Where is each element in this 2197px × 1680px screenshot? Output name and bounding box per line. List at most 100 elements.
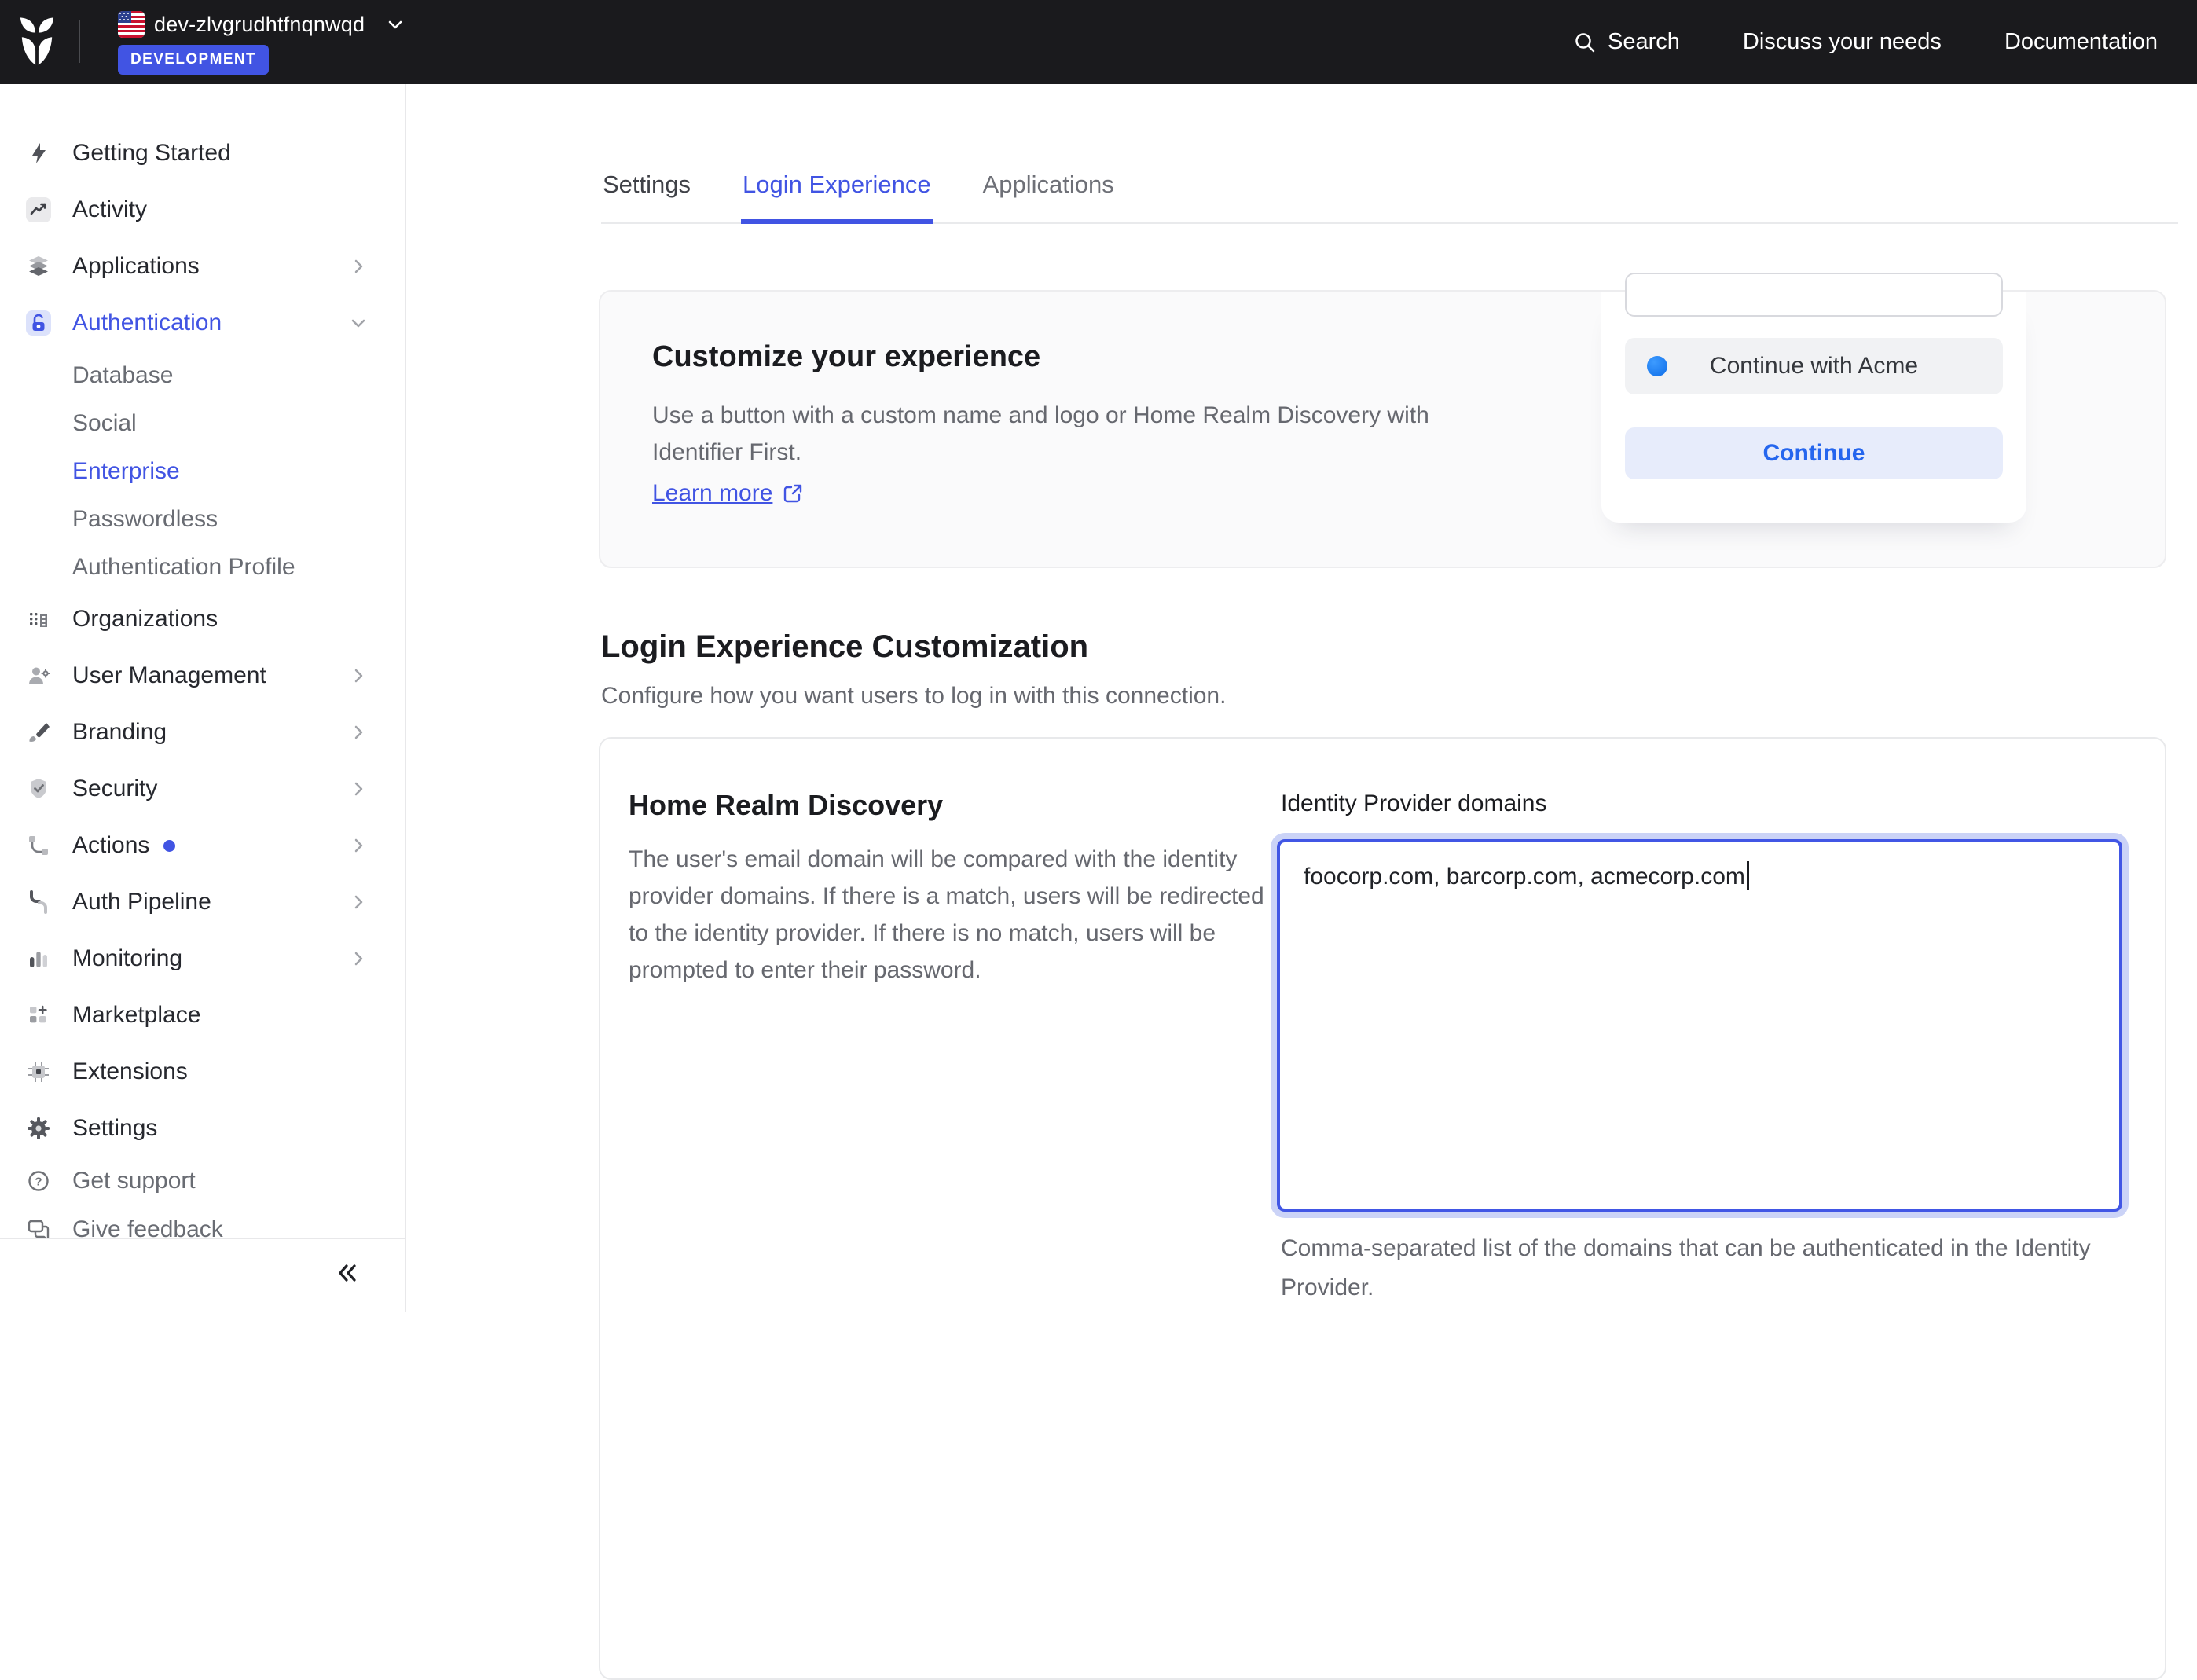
notification-dot — [163, 840, 175, 852]
sidebar-item-label: Database — [72, 362, 173, 389]
feedback-chat-icon — [26, 1217, 51, 1238]
sidebar-item-label: Give feedback — [72, 1216, 223, 1238]
sidebar-item-label: Activity — [72, 196, 147, 223]
tenant-name: dev-zlvgrudhtfnqnwqd — [154, 13, 365, 37]
chevron-right-icon — [350, 837, 367, 854]
sidebar-subitem-database[interactable]: Database — [0, 351, 405, 399]
acme-logo-icon — [1647, 356, 1667, 376]
sidebar-item-label: Authentication — [72, 310, 222, 336]
tab-applications[interactable]: Applications — [981, 156, 1116, 224]
chevron-right-icon — [350, 950, 367, 967]
continue-with-acme-button[interactable]: Continue with Acme — [1625, 338, 2003, 394]
sidebar-item-getting-started[interactable]: Getting Started — [0, 125, 405, 182]
continue-button-label: Continue — [1763, 440, 1865, 467]
continue-button[interactable]: Continue — [1625, 427, 2003, 479]
tab-login-experience[interactable]: Login Experience — [741, 156, 933, 224]
sidebar-item-label: Passwordless — [72, 506, 218, 533]
chevron-right-icon — [350, 893, 367, 911]
chevron-down-icon — [350, 314, 367, 332]
learn-more-link[interactable]: Learn more — [652, 480, 804, 507]
sidebar-subitem-passwordless[interactable]: Passwordless — [0, 495, 405, 543]
sidebar-item-settings[interactable]: Settings — [0, 1100, 405, 1157]
chevron-right-icon — [350, 667, 367, 684]
sidebar-subitem-enterprise[interactable]: Enterprise — [0, 447, 405, 495]
sidebar-item-label: User Management — [72, 662, 266, 689]
preview-email-input[interactable] — [1625, 273, 2003, 317]
layers-icon — [26, 254, 51, 279]
sidebar-item-label: Social — [72, 410, 137, 437]
actions-flow-icon — [26, 833, 51, 858]
learn-more-label: Learn more — [652, 480, 772, 507]
sidebar-item-extensions[interactable]: Extensions — [0, 1044, 405, 1100]
sidebar-item-label: Marketplace — [72, 1002, 200, 1029]
identity-provider-domains-input[interactable]: foocorp.com, barcorp.com, acmecorp.com — [1277, 839, 2122, 1212]
customize-experience-card: Customize your experience Use a button w… — [599, 290, 2166, 568]
chevron-right-icon — [350, 780, 367, 798]
home-realm-discovery-card: Home Realm Discovery The user's email do… — [599, 737, 2166, 1680]
sidebar-item-get-support[interactable]: ? Get support — [0, 1157, 405, 1205]
discuss-your-needs-link[interactable]: Discuss your needs — [1743, 29, 1942, 55]
gear-icon — [26, 1116, 51, 1141]
sidebar-item-user-management[interactable]: User Management — [0, 647, 405, 704]
lightning-icon — [26, 141, 51, 166]
discuss-label: Discuss your needs — [1743, 29, 1942, 55]
sidebar-item-label: Settings — [72, 1115, 157, 1142]
text-cursor — [1747, 861, 1749, 890]
section-title: Login Experience Customization — [601, 629, 1088, 665]
tab-bar: Settings Login Experience Applications — [601, 156, 2178, 224]
svg-text:?: ? — [35, 1176, 42, 1189]
sidebar: Getting Started Activity Application — [0, 84, 406, 1312]
chevron-down-icon[interactable] — [385, 14, 405, 35]
login-preview-panel: Continue with Acme Continue — [1601, 292, 2026, 523]
documentation-link[interactable]: Documentation — [2004, 29, 2158, 55]
sidebar-item-branding[interactable]: Branding — [0, 704, 405, 761]
sidebar-item-auth-pipeline[interactable]: Auth Pipeline — [0, 874, 405, 930]
hrd-description: The user's email domain will be compared… — [629, 841, 1265, 989]
sidebar-item-monitoring[interactable]: Monitoring — [0, 930, 405, 987]
unlock-icon — [26, 310, 51, 336]
search-label: Search — [1608, 29, 1680, 55]
chevron-right-icon — [350, 724, 367, 741]
tenant-switcher[interactable]: dev-zlvgrudhtfnqnwqd DEVELOPMENT — [118, 11, 405, 75]
paintbrush-icon — [26, 720, 51, 745]
sidebar-item-label: Actions — [72, 832, 149, 859]
sidebar-item-organizations[interactable]: Organizations — [0, 591, 405, 647]
external-link-icon — [782, 482, 804, 504]
sidebar-item-activity[interactable]: Activity — [0, 182, 405, 238]
sso-button-label: Continue with Acme — [1710, 353, 1918, 380]
sidebar-item-label: Auth Pipeline — [72, 889, 211, 915]
documentation-label: Documentation — [2004, 29, 2158, 55]
main-content: Settings Login Experience Applications C… — [406, 84, 2197, 1312]
sidebar-item-label: Applications — [72, 253, 200, 280]
sidebar-item-label: Security — [72, 776, 157, 802]
sidebar-subitem-social[interactable]: Social — [0, 399, 405, 447]
sidebar-item-label: Monitoring — [72, 945, 182, 972]
sidebar-item-actions[interactable]: Actions — [0, 817, 405, 874]
header-divider — [79, 20, 80, 63]
sidebar-nav: Getting Started Activity Application — [0, 84, 405, 1238]
sidebar-item-authentication[interactable]: Authentication — [0, 295, 405, 351]
sidebar-item-applications[interactable]: Applications — [0, 238, 405, 295]
collapse-sidebar-icon[interactable] — [334, 1260, 361, 1286]
environment-badge: DEVELOPMENT — [118, 45, 269, 75]
top-bar: dev-zlvgrudhtfnqnwqd DEVELOPMENT Search … — [0, 0, 2197, 84]
chevron-right-icon — [350, 258, 367, 275]
organizations-icon — [26, 607, 51, 632]
card-title: Customize your experience — [652, 340, 1040, 374]
help-circle-icon: ? — [26, 1168, 51, 1194]
sidebar-item-label: Enterprise — [72, 458, 180, 485]
search-button[interactable]: Search — [1573, 29, 1680, 55]
sidebar-item-marketplace[interactable]: Marketplace — [0, 987, 405, 1044]
auth0-logo-icon[interactable] — [19, 16, 55, 68]
bar-chart-icon — [26, 946, 51, 971]
shield-check-icon — [26, 776, 51, 801]
field-helper-text: Comma-separated list of the domains that… — [1281, 1229, 2145, 1308]
activity-chart-icon — [26, 197, 51, 222]
card-description: Use a button with a custom name and logo… — [652, 397, 1454, 471]
tab-settings[interactable]: Settings — [601, 156, 692, 224]
sidebar-item-give-feedback[interactable]: Give feedback — [0, 1205, 405, 1238]
us-flag-icon — [118, 11, 145, 38]
sidebar-item-label: Branding — [72, 719, 167, 746]
sidebar-item-security[interactable]: Security — [0, 761, 405, 817]
sidebar-subitem-authentication-profile[interactable]: Authentication Profile — [0, 543, 405, 591]
